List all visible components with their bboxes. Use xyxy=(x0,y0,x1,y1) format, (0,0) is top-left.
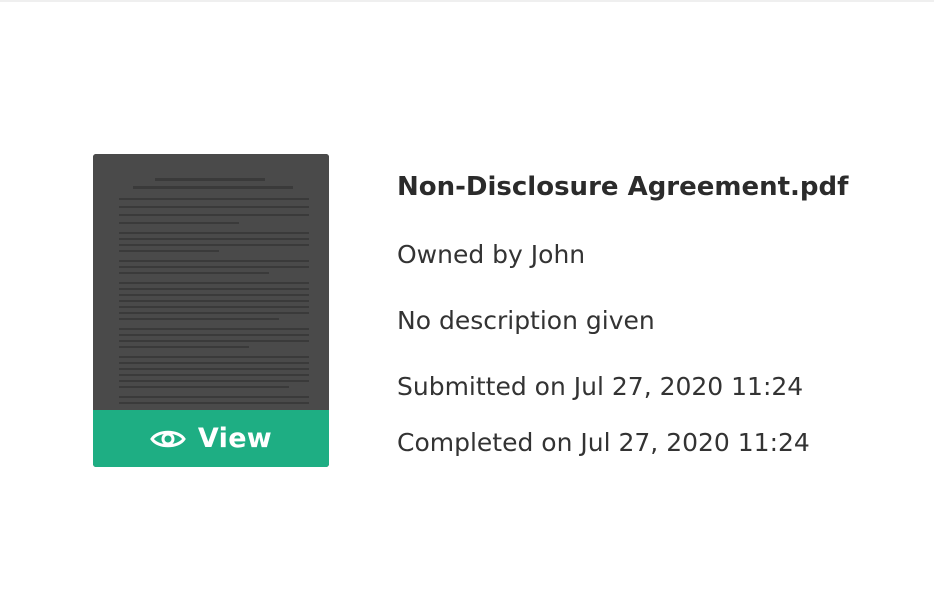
view-button-label: View xyxy=(197,423,273,454)
document-title: Non-Disclosure Agreement.pdf xyxy=(397,172,849,202)
eye-icon xyxy=(150,430,186,447)
top-divider xyxy=(0,0,934,2)
document-preview xyxy=(93,154,329,410)
view-button[interactable]: View xyxy=(93,410,329,467)
document-owner: Owned by John xyxy=(397,240,586,269)
document-description: No description given xyxy=(397,306,655,335)
document-preview-lines xyxy=(119,178,309,404)
completed-timestamp: Completed on Jul 27, 2020 11:24 xyxy=(397,428,810,457)
document-thumbnail-card[interactable]: View xyxy=(93,154,329,467)
submitted-timestamp: Submitted on Jul 27, 2020 11:24 xyxy=(397,372,804,401)
